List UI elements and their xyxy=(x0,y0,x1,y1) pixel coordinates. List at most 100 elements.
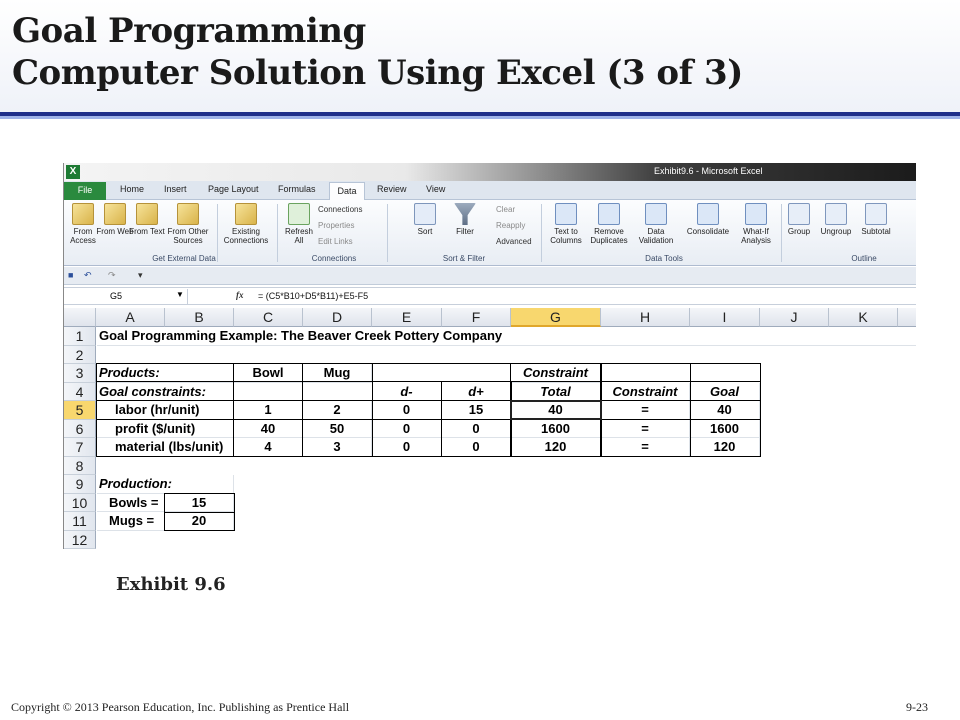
cell-e6[interactable]: 0 xyxy=(372,419,442,438)
tab-view[interactable]: View xyxy=(426,184,445,194)
row-header-5[interactable]: 5 xyxy=(64,401,96,420)
cell-a9[interactable]: Production: xyxy=(97,475,234,494)
row-header-1[interactable]: 1 xyxy=(64,327,96,346)
cell-d7[interactable]: 3 xyxy=(303,438,372,457)
save-icon[interactable]: ■ xyxy=(68,270,73,280)
cell-f4[interactable]: d+ xyxy=(442,382,511,401)
row-header-4[interactable]: 4 xyxy=(64,382,96,401)
row-header-11[interactable]: 11 xyxy=(64,512,96,531)
sort-button[interactable]: Sort xyxy=(408,203,442,236)
ungroup-button[interactable]: Ungroup xyxy=(816,203,856,236)
clear-button[interactable]: Clear xyxy=(496,205,515,214)
tab-page-layout[interactable]: Page Layout xyxy=(208,184,259,194)
cell-a3[interactable]: Products: xyxy=(97,364,234,383)
cell-a11[interactable]: Mugs = xyxy=(97,512,165,531)
cell-f6[interactable]: 0 xyxy=(442,419,511,438)
from-other-sources-button[interactable]: From Other Sources xyxy=(164,203,212,245)
cell-a10[interactable]: Bowls = xyxy=(97,493,165,512)
column-header-h[interactable]: H xyxy=(601,308,690,327)
column-header-d[interactable]: D xyxy=(303,308,372,327)
cell-e7[interactable]: 0 xyxy=(372,438,442,457)
properties-button[interactable]: Properties xyxy=(318,221,354,230)
name-box-dropdown-icon[interactable]: ▼ xyxy=(176,290,184,299)
formula-input[interactable]: = (C5*B10+D5*B11)+E5-F5 xyxy=(258,291,368,301)
cell-c6[interactable]: 40 xyxy=(234,419,303,438)
column-header-b[interactable]: B xyxy=(165,308,234,327)
row-header-10[interactable]: 10 xyxy=(64,493,96,512)
cell-f5[interactable]: 15 xyxy=(442,401,511,420)
cell-a1[interactable]: Goal Programming Example: The Beaver Cre… xyxy=(97,327,916,346)
column-header-c[interactable]: C xyxy=(234,308,303,327)
tab-data[interactable]: Data xyxy=(329,182,365,201)
cell-c3[interactable]: Bowl xyxy=(234,364,303,383)
cell-d6[interactable]: 50 xyxy=(303,419,372,438)
tab-review[interactable]: Review xyxy=(377,184,407,194)
cell-a5[interactable]: labor (hr/unit) xyxy=(97,401,234,420)
what-if-analysis-button[interactable]: What-If Analysis xyxy=(734,203,778,245)
cell-i6[interactable]: 1600 xyxy=(690,419,760,438)
data-validation-button[interactable]: Data Validation xyxy=(632,203,680,245)
existing-connections-button[interactable]: Existing Connections xyxy=(220,203,272,245)
reapply-button[interactable]: Reapply xyxy=(496,221,525,230)
cell-a4[interactable]: Goal constraints: xyxy=(97,382,234,401)
refresh-all-button[interactable]: Refresh All xyxy=(280,203,318,245)
redo-icon[interactable]: ↷ xyxy=(108,270,116,281)
cell-g5[interactable]: 40 xyxy=(511,401,601,420)
tab-formulas[interactable]: Formulas xyxy=(278,184,316,194)
tab-home[interactable]: Home xyxy=(120,184,144,194)
consolidate-button[interactable]: Consolidate xyxy=(682,203,734,236)
text-to-columns-button[interactable]: Text to Columns xyxy=(544,203,588,245)
cell-g3[interactable]: Constraint xyxy=(511,364,601,383)
name-box[interactable]: G5 xyxy=(64,289,188,304)
cell-f7[interactable]: 0 xyxy=(442,438,511,457)
cell-h6[interactable]: = xyxy=(601,419,690,438)
cell-d5[interactable]: 2 xyxy=(303,401,372,420)
row-header-12[interactable]: 12 xyxy=(64,530,96,549)
cell-a7[interactable]: material (lbs/unit) xyxy=(97,438,234,457)
column-header-l[interactable] xyxy=(898,308,916,327)
select-all-corner[interactable] xyxy=(64,308,96,327)
column-header-i[interactable]: I xyxy=(690,308,760,327)
cell-c5[interactable]: 1 xyxy=(234,401,303,420)
row-header-6[interactable]: 6 xyxy=(64,419,96,438)
row-header-8[interactable]: 8 xyxy=(64,456,96,475)
customize-qat-icon[interactable]: ▾ xyxy=(138,270,143,281)
connections-button[interactable]: Connections xyxy=(318,205,362,214)
remove-duplicates-button[interactable]: Remove Duplicates xyxy=(586,203,632,245)
row-header-9[interactable]: 9 xyxy=(64,475,96,494)
cell-i7[interactable]: 120 xyxy=(690,438,760,457)
cell-i5[interactable]: 40 xyxy=(690,401,760,420)
filter-button[interactable]: Filter xyxy=(448,203,482,236)
cell-b11[interactable]: 20 xyxy=(165,512,234,531)
column-header-f[interactable]: F xyxy=(442,308,511,327)
cell-h7[interactable]: = xyxy=(601,438,690,457)
tab-file[interactable]: File xyxy=(64,182,106,200)
undo-icon[interactable]: ↶ xyxy=(84,270,92,281)
insert-function-icon[interactable]: fx xyxy=(236,290,244,300)
cell-b10[interactable]: 15 xyxy=(165,493,234,512)
tab-insert[interactable]: Insert xyxy=(164,184,187,194)
cell-i4[interactable]: Goal xyxy=(690,382,760,401)
column-header-a[interactable]: A xyxy=(96,308,165,327)
cell-g7[interactable]: 120 xyxy=(511,438,601,457)
row-header-2[interactable]: 2 xyxy=(64,345,96,364)
from-text-button[interactable]: From Text xyxy=(128,203,166,236)
column-header-e[interactable]: E xyxy=(372,308,442,327)
cell-e5[interactable]: 0 xyxy=(372,401,442,420)
cell-a6[interactable]: profit ($/unit) xyxy=(97,419,234,438)
cell-d3[interactable]: Mug xyxy=(303,364,372,383)
cell-c7[interactable]: 4 xyxy=(234,438,303,457)
cell-g6[interactable]: 1600 xyxy=(511,419,601,438)
cell-e4[interactable]: d- xyxy=(372,382,442,401)
row-header-3[interactable]: 3 xyxy=(64,364,96,383)
cell-h5[interactable]: = xyxy=(601,401,690,420)
column-header-g[interactable]: G xyxy=(511,308,601,327)
row-header-7[interactable]: 7 xyxy=(64,438,96,457)
cell-h4[interactable]: Constraint xyxy=(601,382,690,401)
subtotal-button[interactable]: Subtotal xyxy=(856,203,896,236)
edit-links-button[interactable]: Edit Links xyxy=(318,237,353,246)
cell-g4[interactable]: Total xyxy=(511,382,601,401)
column-header-k[interactable]: K xyxy=(829,308,898,327)
group-button[interactable]: Group xyxy=(782,203,816,236)
column-header-j[interactable]: J xyxy=(760,308,829,327)
